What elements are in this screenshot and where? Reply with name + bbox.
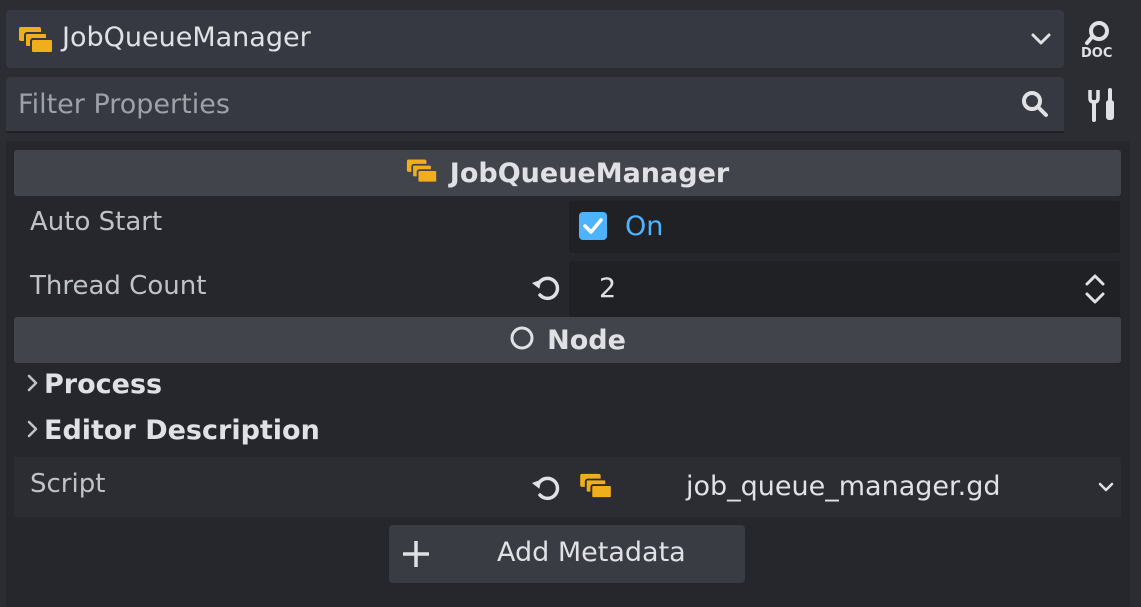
inspector-panel: JobQueueManager Auto Start On Thread Cou… (6, 141, 1130, 607)
group-process-label: Process (44, 369, 163, 400)
search-icon (1020, 89, 1050, 123)
add-metadata-button[interactable]: Add Metadata (389, 525, 745, 583)
group-editor-description-label: Editor Description (44, 415, 320, 446)
svg-text:DOC: DOC (1081, 46, 1112, 61)
script-class-icon (579, 473, 613, 503)
script-filename: job_queue_manager.gd (686, 471, 1001, 502)
object-title: JobQueueManager (62, 22, 311, 53)
class-section-header: JobQueueManager (14, 150, 1121, 196)
add-metadata-label: Add Metadata (497, 537, 686, 568)
group-process[interactable]: Process (14, 365, 1121, 411)
object-selector[interactable]: JobQueueManager (6, 10, 1064, 68)
chevron-down-icon[interactable] (1097, 479, 1115, 499)
property-row-script: Script job_queue_manager.gd (14, 457, 1121, 517)
class-section-title: JobQueueManager (449, 157, 730, 189)
inspector: JobQueueManager DOC Filter Properties Jo… (0, 0, 1141, 607)
property-row-thread-count: Thread Count 2 (14, 259, 1121, 317)
thread-count-label: Thread Count (30, 271, 207, 301)
node-circle-icon (509, 325, 535, 355)
node-section-title: Node (547, 324, 626, 356)
filter-properties-input[interactable]: Filter Properties (6, 77, 1064, 133)
auto-start-label: Auto Start (30, 207, 163, 237)
script-class-icon (18, 26, 54, 58)
checkbox-checked-icon (579, 212, 607, 244)
revert-icon[interactable] (531, 473, 561, 507)
thread-count-value: 2 (599, 273, 617, 304)
property-row-auto-start: Auto Start On (14, 199, 1121, 257)
doc-icon[interactable]: DOC (1078, 18, 1122, 62)
script-class-icon (406, 158, 438, 188)
thread-count-spinbox[interactable]: 2 (569, 261, 1120, 317)
group-editor-description[interactable]: Editor Description (14, 411, 1121, 457)
auto-start-value: On (625, 211, 664, 242)
group-editor-description-header: Editor Description (26, 415, 320, 446)
script-resource-picker[interactable]: job_queue_manager.gd (577, 461, 1121, 513)
auto-start-checkbox[interactable]: On (569, 201, 1120, 253)
filter-placeholder: Filter Properties (18, 89, 230, 120)
script-label: Script (30, 469, 106, 499)
revert-icon[interactable] (531, 273, 561, 307)
plus-icon (401, 539, 431, 573)
chevron-right-icon (26, 415, 40, 446)
node-section-header: Node (14, 317, 1121, 363)
chevron-down-icon (1030, 28, 1052, 54)
group-process-header: Process (26, 369, 162, 400)
tools-icon[interactable] (1082, 86, 1122, 126)
chevron-right-icon (26, 369, 40, 400)
spinner-arrows-icon[interactable] (1084, 273, 1106, 309)
